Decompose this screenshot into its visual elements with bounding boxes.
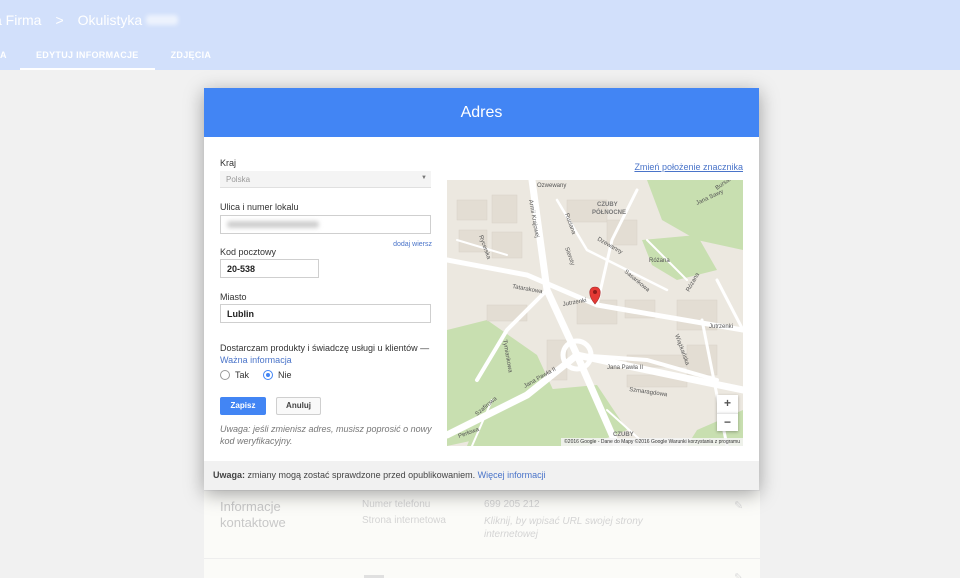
- street-label: Ulica i numer lokalu: [220, 202, 299, 212]
- contact-info-card: Informacje kontaktowe Numer telefonu Str…: [204, 490, 760, 578]
- country-select[interactable]: Polska ▼: [220, 171, 431, 188]
- breadcrumb-separator-icon: >: [55, 12, 64, 28]
- breadcrumb-current: Okulistyka: [78, 12, 179, 28]
- more-info-link[interactable]: Więcej informacji: [478, 470, 546, 480]
- delivery-text: Dostarczam produkty i świadczę usługi u …: [220, 342, 432, 366]
- dialog-footer: Uwaga: zmiany mogą zostać sprawdzone prz…: [204, 461, 759, 490]
- map-label: Różana: [649, 258, 670, 264]
- map-view[interactable]: Ozwewany CZUBY PÓŁNOCNE Jana Sawy Bursak…: [447, 180, 743, 446]
- footer-text: zmiany mogą zostać sprawdzone przed opub…: [245, 470, 478, 480]
- dropdown-arrow-icon: ▼: [421, 175, 427, 181]
- delivery-question: Dostarczam produkty i świadczę usługi u …: [220, 343, 430, 353]
- edit-pencil-icon[interactable]: ✎: [734, 499, 743, 512]
- redacted-text: [227, 221, 319, 228]
- phone-label: Numer telefonu: [362, 499, 431, 510]
- map-label: CZUBY: [597, 202, 618, 208]
- breadcrumb: a Firma > Okulistyka: [0, 12, 179, 28]
- tab-bar: A EDYTUJ INFORMACJE ZDJĘCIA: [0, 40, 227, 70]
- map-label: Jana Pawła II: [607, 365, 643, 371]
- city-label: Miasto: [220, 292, 247, 302]
- radio-no[interactable]: [263, 370, 274, 380]
- website-value: Kliknij, by wpisać URL swojej strony int…: [484, 516, 643, 540]
- edit-pencil-icon[interactable]: ✎: [734, 571, 743, 578]
- cancel-button[interactable]: Anuluj: [276, 397, 321, 415]
- phone-value: 699 205 212: [484, 499, 540, 510]
- divider: [204, 558, 760, 559]
- map-label: Jutrzenki: [709, 324, 733, 330]
- map-label: PÓŁNOCNE: [592, 208, 626, 216]
- tab-photos[interactable]: ZDJĘCIA: [155, 40, 228, 70]
- map-label: Ozwewany: [537, 183, 566, 189]
- radio-no-label: Nie: [278, 370, 292, 380]
- dialog-title: Adres: [204, 88, 759, 137]
- tab-edit-info[interactable]: EDYTUJ INFORMACJE: [20, 40, 155, 70]
- address-dialog: Adres Kraj Polska ▼ Ulica i numer lokalu…: [204, 88, 759, 490]
- section-title: Informacje kontaktowe: [220, 499, 286, 530]
- country-label: Kraj: [220, 158, 237, 168]
- verification-note: Uwaga: jeśli zmienisz adres, musisz popr…: [220, 424, 432, 446]
- city-input[interactable]: Lublin: [220, 304, 431, 323]
- tab-overview[interactable]: A: [0, 40, 20, 70]
- redacted-text: [146, 15, 179, 25]
- delivery-radio-group: Tak Nie: [220, 370, 292, 380]
- zoom-in-button[interactable]: +: [717, 395, 738, 413]
- app-header: a Firma > Okulistyka A EDYTUJ INFORMACJE…: [0, 0, 960, 70]
- zoom-out-button[interactable]: −: [717, 413, 738, 431]
- radio-yes[interactable]: [220, 370, 230, 380]
- postal-code-label: Kod pocztowy: [220, 247, 277, 257]
- postal-code-input[interactable]: 20-538: [220, 259, 319, 278]
- footer-bold: Uwaga:: [213, 470, 246, 480]
- street-input[interactable]: [220, 215, 431, 234]
- radio-yes-label: Tak: [235, 370, 250, 380]
- website-label: Strona internetowa: [362, 515, 446, 526]
- important-info-link[interactable]: Ważna informacja: [220, 355, 292, 365]
- breadcrumb-parent[interactable]: a Firma: [0, 12, 41, 28]
- save-button[interactable]: Zapisz: [220, 397, 266, 415]
- map-attribution: ©2016 Google - Dane do Mapy ©2016 Google…: [561, 438, 743, 446]
- country-value: Polska: [226, 175, 251, 184]
- change-marker-link[interactable]: Zmień położenie znacznika: [634, 162, 743, 172]
- map-canvas: Ozwewany CZUBY PÓŁNOCNE Jana Sawy Bursak…: [447, 180, 743, 446]
- add-line-link[interactable]: dodaj wiersz: [393, 241, 432, 248]
